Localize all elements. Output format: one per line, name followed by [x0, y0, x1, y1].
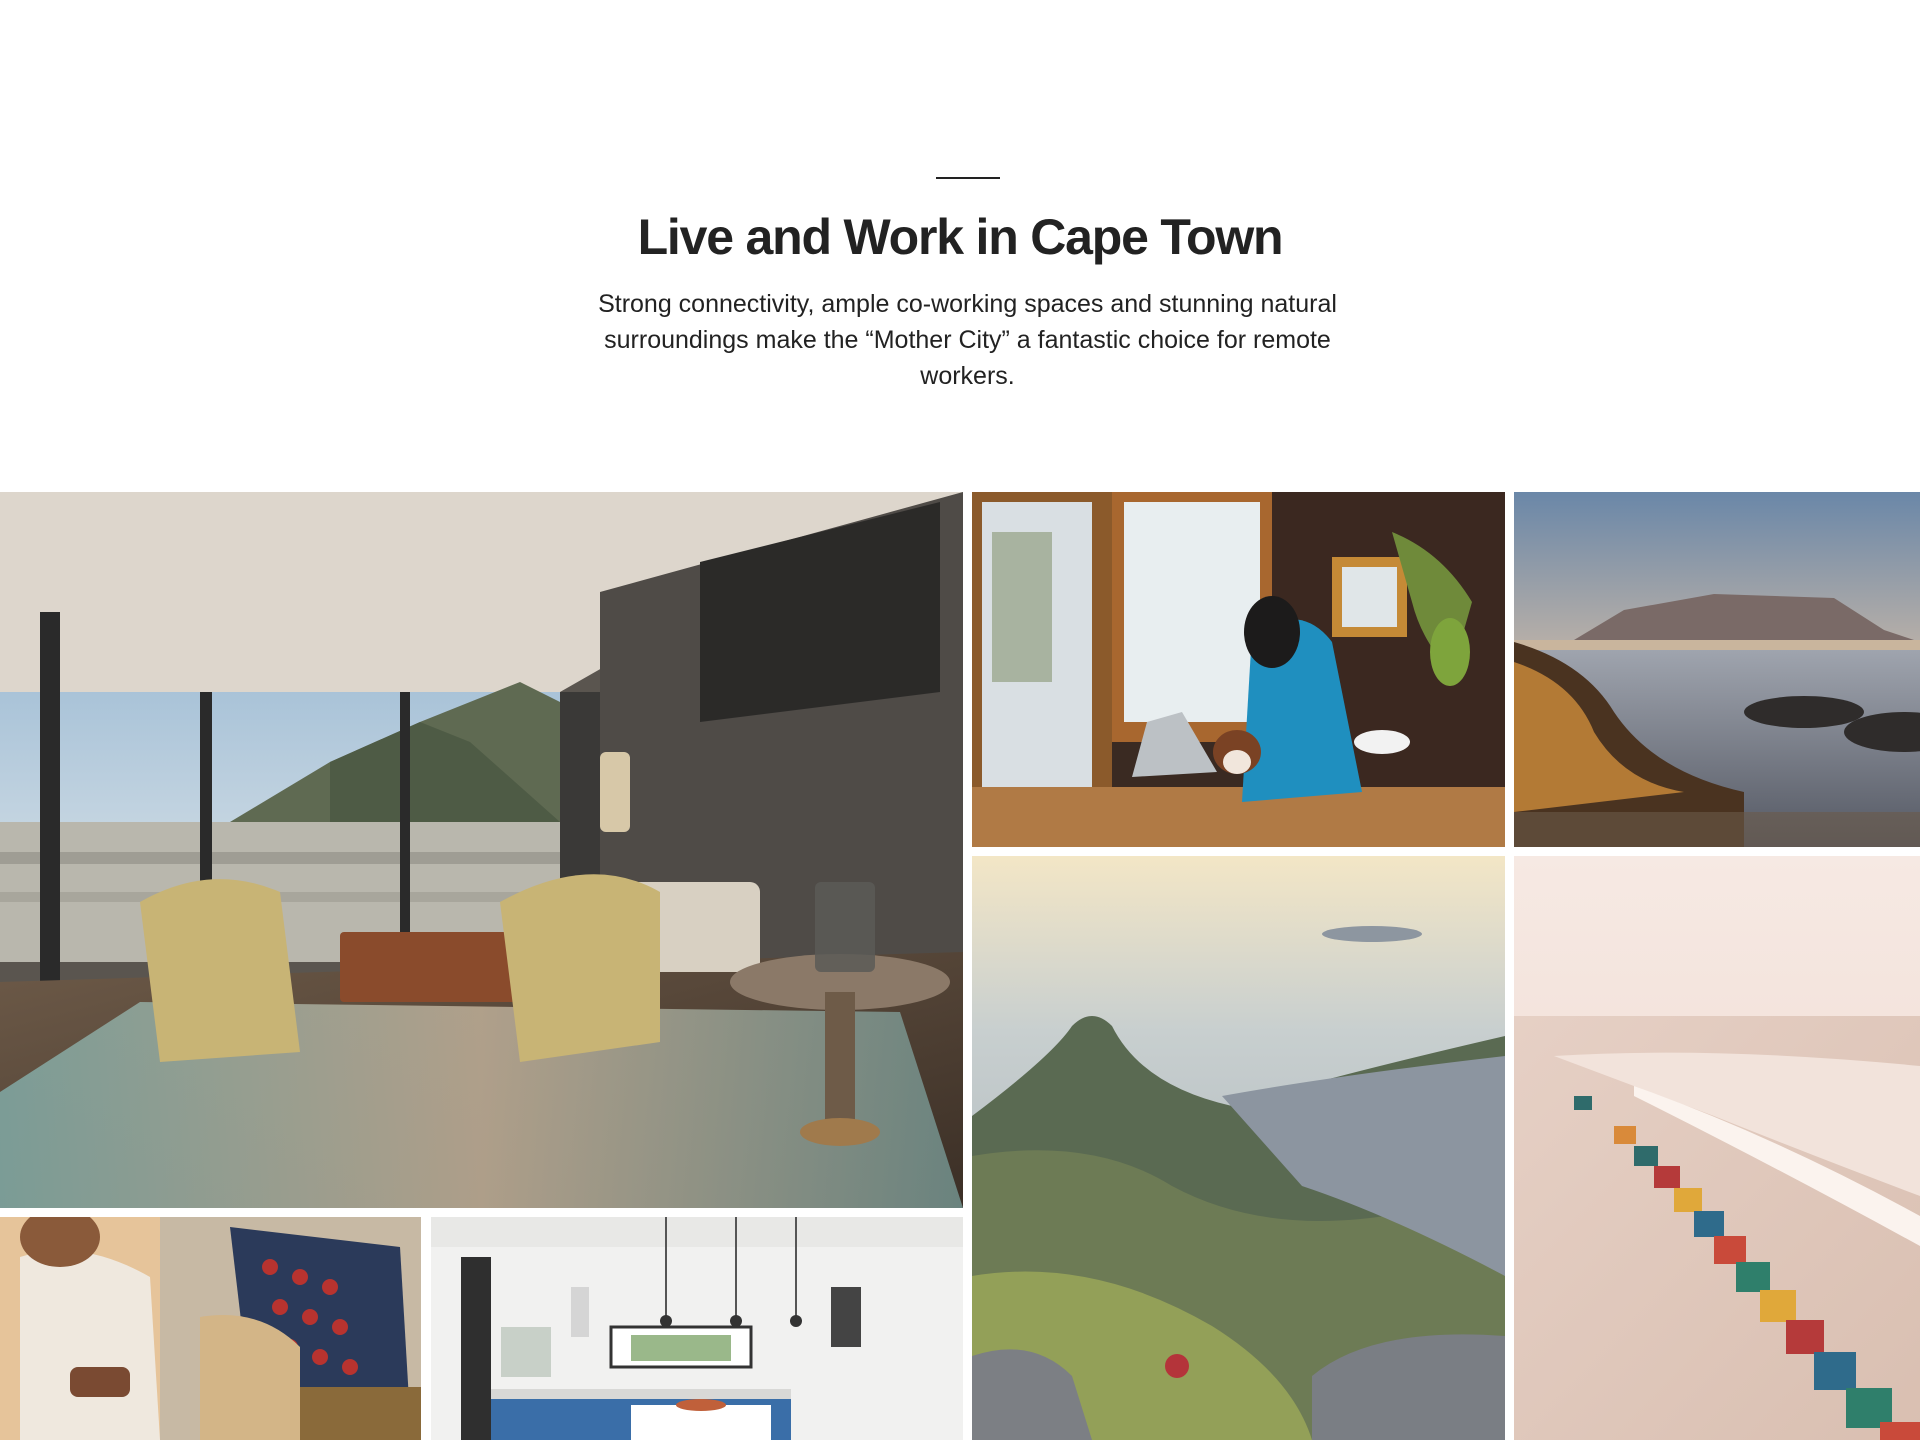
- photo-phone-sofa[interactable]: [0, 1217, 421, 1440]
- page-title: Live and Work in Cape Town: [637, 209, 1284, 265]
- photo-laptop-worker[interactable]: [972, 492, 1505, 847]
- photo-lions-head[interactable]: [972, 856, 1505, 1440]
- page: Live and Work in Cape Town Strong connec…: [0, 0, 1920, 1440]
- phone-sofa-image: [0, 1217, 421, 1440]
- photo-living-room[interactable]: [0, 492, 963, 1208]
- photo-table-mountain[interactable]: [1514, 492, 1920, 847]
- photo-beach-huts[interactable]: [1514, 856, 1920, 1440]
- page-subtitle: Strong connectivity, ample co-working sp…: [598, 290, 1337, 390]
- beach-huts-image: [1514, 856, 1920, 1440]
- lions-head-image: [972, 856, 1505, 1440]
- photo-kitchen[interactable]: [431, 1217, 963, 1440]
- title-divider: [936, 177, 1000, 179]
- laptop-worker-image: [972, 492, 1505, 847]
- kitchen-image: [431, 1217, 963, 1440]
- table-mountain-image: [1514, 492, 1920, 847]
- living-room-image: [0, 492, 963, 1208]
- hero-section: Live and Work in Cape Town Strong connec…: [0, 0, 1920, 490]
